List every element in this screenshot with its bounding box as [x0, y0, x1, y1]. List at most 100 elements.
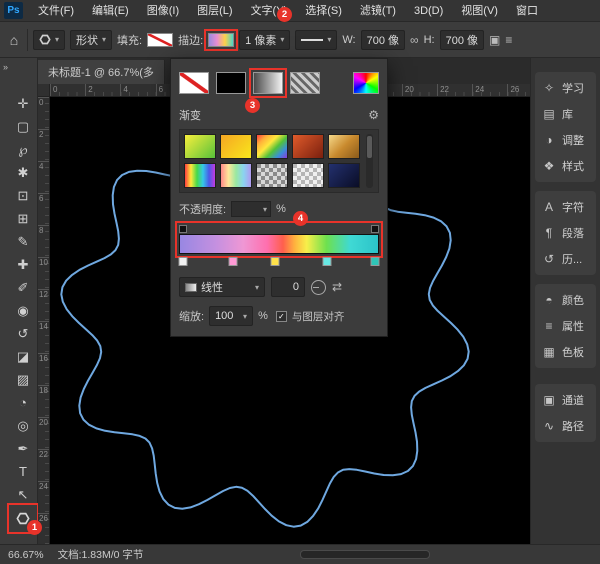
panel-icon: ❖ — [542, 159, 556, 173]
home-icon[interactable]: ⌂ — [6, 32, 22, 48]
panel-tab[interactable]: ∿ 路径 — [535, 413, 596, 439]
angle-input[interactable]: 0 — [271, 277, 305, 297]
gradient-bar[interactable] — [179, 234, 379, 254]
scale-input[interactable]: 100 ▾ — [209, 306, 253, 326]
gradient-style-row: 线性 ▾ 0 ⇄ — [179, 277, 379, 297]
panel-tab[interactable]: ▤ 库 — [535, 101, 596, 127]
tool-button[interactable]: ↺ — [11, 322, 35, 345]
tool-button[interactable]: ▨ — [11, 368, 35, 391]
gradient-preset[interactable] — [328, 163, 360, 188]
tool-icon: ↖ — [18, 487, 29, 503]
check-icon: ✓ — [278, 312, 285, 321]
tool-button[interactable]: ◉ — [11, 299, 35, 322]
opacity-stop[interactable] — [371, 225, 379, 233]
panel-tab[interactable]: ▦ 色板 — [535, 339, 596, 365]
ruler-number: 20 — [38, 417, 49, 449]
gradient-preset[interactable] — [328, 134, 360, 159]
menu-item[interactable]: 滤镜(T) — [351, 0, 405, 22]
gradient-preset[interactable] — [292, 134, 324, 159]
gear-icon[interactable]: ⚙ — [368, 108, 379, 122]
opacity-stop[interactable] — [179, 225, 187, 233]
ruler-origin[interactable] — [38, 84, 50, 97]
height-input[interactable]: 700 像 — [440, 30, 484, 50]
reverse-gradient-icon[interactable]: ⇄ — [332, 280, 342, 294]
panel-tab[interactable]: ◑ 调整 — [535, 127, 596, 153]
stroke-width-select[interactable]: 1 像素 ▾ — [239, 30, 290, 50]
tool-button[interactable]: ✱ — [11, 161, 35, 184]
panel-tab[interactable]: ✧ 学习 — [535, 75, 596, 101]
color-stop[interactable] — [229, 257, 238, 266]
ruler-number: 0 — [50, 84, 85, 96]
stroke-type-select[interactable]: ▾ — [295, 30, 337, 50]
gradient-preset[interactable] — [256, 163, 288, 188]
width-input[interactable]: 700 像 — [361, 30, 405, 50]
pattern-swatch[interactable] — [290, 72, 320, 94]
color-stop[interactable] — [271, 257, 280, 266]
gradient-preset[interactable] — [220, 163, 252, 188]
color-stop[interactable] — [371, 257, 380, 266]
menu-item[interactable]: 窗口 — [507, 0, 547, 22]
gradient-preset[interactable] — [184, 163, 216, 188]
opacity-input[interactable]: ▾ — [231, 201, 271, 217]
tool-preset-dropdown[interactable]: ▾ — [33, 30, 65, 50]
line-style-icon — [301, 39, 323, 41]
tool-button[interactable]: ↖ — [11, 483, 35, 506]
tool-button[interactable]: ▢ — [11, 115, 35, 138]
gradient-preset[interactable] — [184, 134, 216, 159]
menu-item[interactable]: 图像(I) — [138, 0, 188, 22]
stroke-swatch[interactable] — [208, 33, 234, 47]
panel-tab[interactable]: ¶ 段落 — [535, 220, 596, 246]
menu-item[interactable]: 图层(L) — [188, 0, 241, 22]
no-color-swatch[interactable] — [179, 72, 209, 94]
scrollbar[interactable] — [366, 134, 373, 188]
document-info[interactable]: 文档:1.83M/0 字节 — [58, 547, 144, 562]
menu-item[interactable]: 文件(F) — [29, 0, 83, 22]
gradient-style-select[interactable]: 线性 ▾ — [179, 277, 265, 297]
tool-button[interactable]: T — [11, 460, 35, 483]
document-tab[interactable]: 未标题-1 @ 66.7%(多 — [38, 60, 165, 84]
panel-label: 库 — [562, 106, 573, 122]
gradient-type-swatch[interactable] — [253, 72, 283, 94]
zoom-level[interactable]: 66.67% — [8, 549, 44, 561]
gradient-preset[interactable] — [256, 134, 288, 159]
ps-logo: Ps — [4, 2, 23, 19]
panel-tab[interactable]: ◓ 颜色 — [535, 287, 596, 313]
path-operations-icon[interactable]: ▣ — [489, 33, 500, 47]
menu-item[interactable]: 选择(S) — [296, 0, 351, 22]
link-dimensions-icon[interactable]: ∞ — [410, 33, 419, 47]
menu-item[interactable]: 3D(D) — [405, 0, 452, 22]
gradient-preset[interactable] — [292, 163, 324, 188]
tool-button[interactable]: ℘ — [11, 138, 35, 161]
panel-tab[interactable]: ▣ 通道 — [535, 387, 596, 413]
color-picker-icon[interactable] — [353, 72, 379, 94]
tool-button[interactable]: ✚ — [11, 253, 35, 276]
color-stop[interactable] — [179, 257, 188, 266]
panel-tab[interactable]: ❖ 样式 — [535, 153, 596, 179]
gradient-preset[interactable] — [220, 134, 252, 159]
menu-item[interactable]: 编辑(E) — [83, 0, 138, 22]
tool-button[interactable]: ◪ — [11, 345, 35, 368]
horizontal-scrollbar[interactable] — [300, 550, 430, 559]
tool-button[interactable]: ◔ — [11, 391, 35, 414]
opacity-label: 不透明度: — [179, 201, 226, 217]
collapse-panels-icon[interactable]: » — [3, 62, 8, 72]
panel-tab[interactable]: ≡ 属性 — [535, 313, 596, 339]
panel-tab[interactable]: ↺ 历... — [535, 246, 596, 272]
tool-mode-select[interactable]: 形状 ▾ — [70, 30, 112, 50]
path-alignment-icon[interactable]: ≡ — [505, 33, 512, 47]
tool-button[interactable]: ⊞ — [11, 207, 35, 230]
menu-item[interactable]: 视图(V) — [452, 0, 507, 22]
solid-color-swatch[interactable] — [216, 72, 246, 94]
tool-button[interactable]: ✎ — [11, 230, 35, 253]
tool-button[interactable]: ✐ — [11, 276, 35, 299]
color-stop[interactable] — [323, 257, 332, 266]
tool-button[interactable]: ✒ — [11, 437, 35, 460]
align-with-layer-checkbox[interactable]: ✓ — [276, 311, 287, 322]
tool-button[interactable]: ⊡ — [11, 184, 35, 207]
tool-button[interactable]: ◎ — [11, 414, 35, 437]
tool-button[interactable]: ✛ — [11, 92, 35, 115]
vertical-ruler[interactable]: 02468101214161820222426 — [38, 97, 50, 544]
angle-dial-icon[interactable] — [311, 280, 326, 295]
panel-tab[interactable]: A 字符 — [535, 194, 596, 220]
fill-swatch[interactable] — [147, 33, 173, 47]
